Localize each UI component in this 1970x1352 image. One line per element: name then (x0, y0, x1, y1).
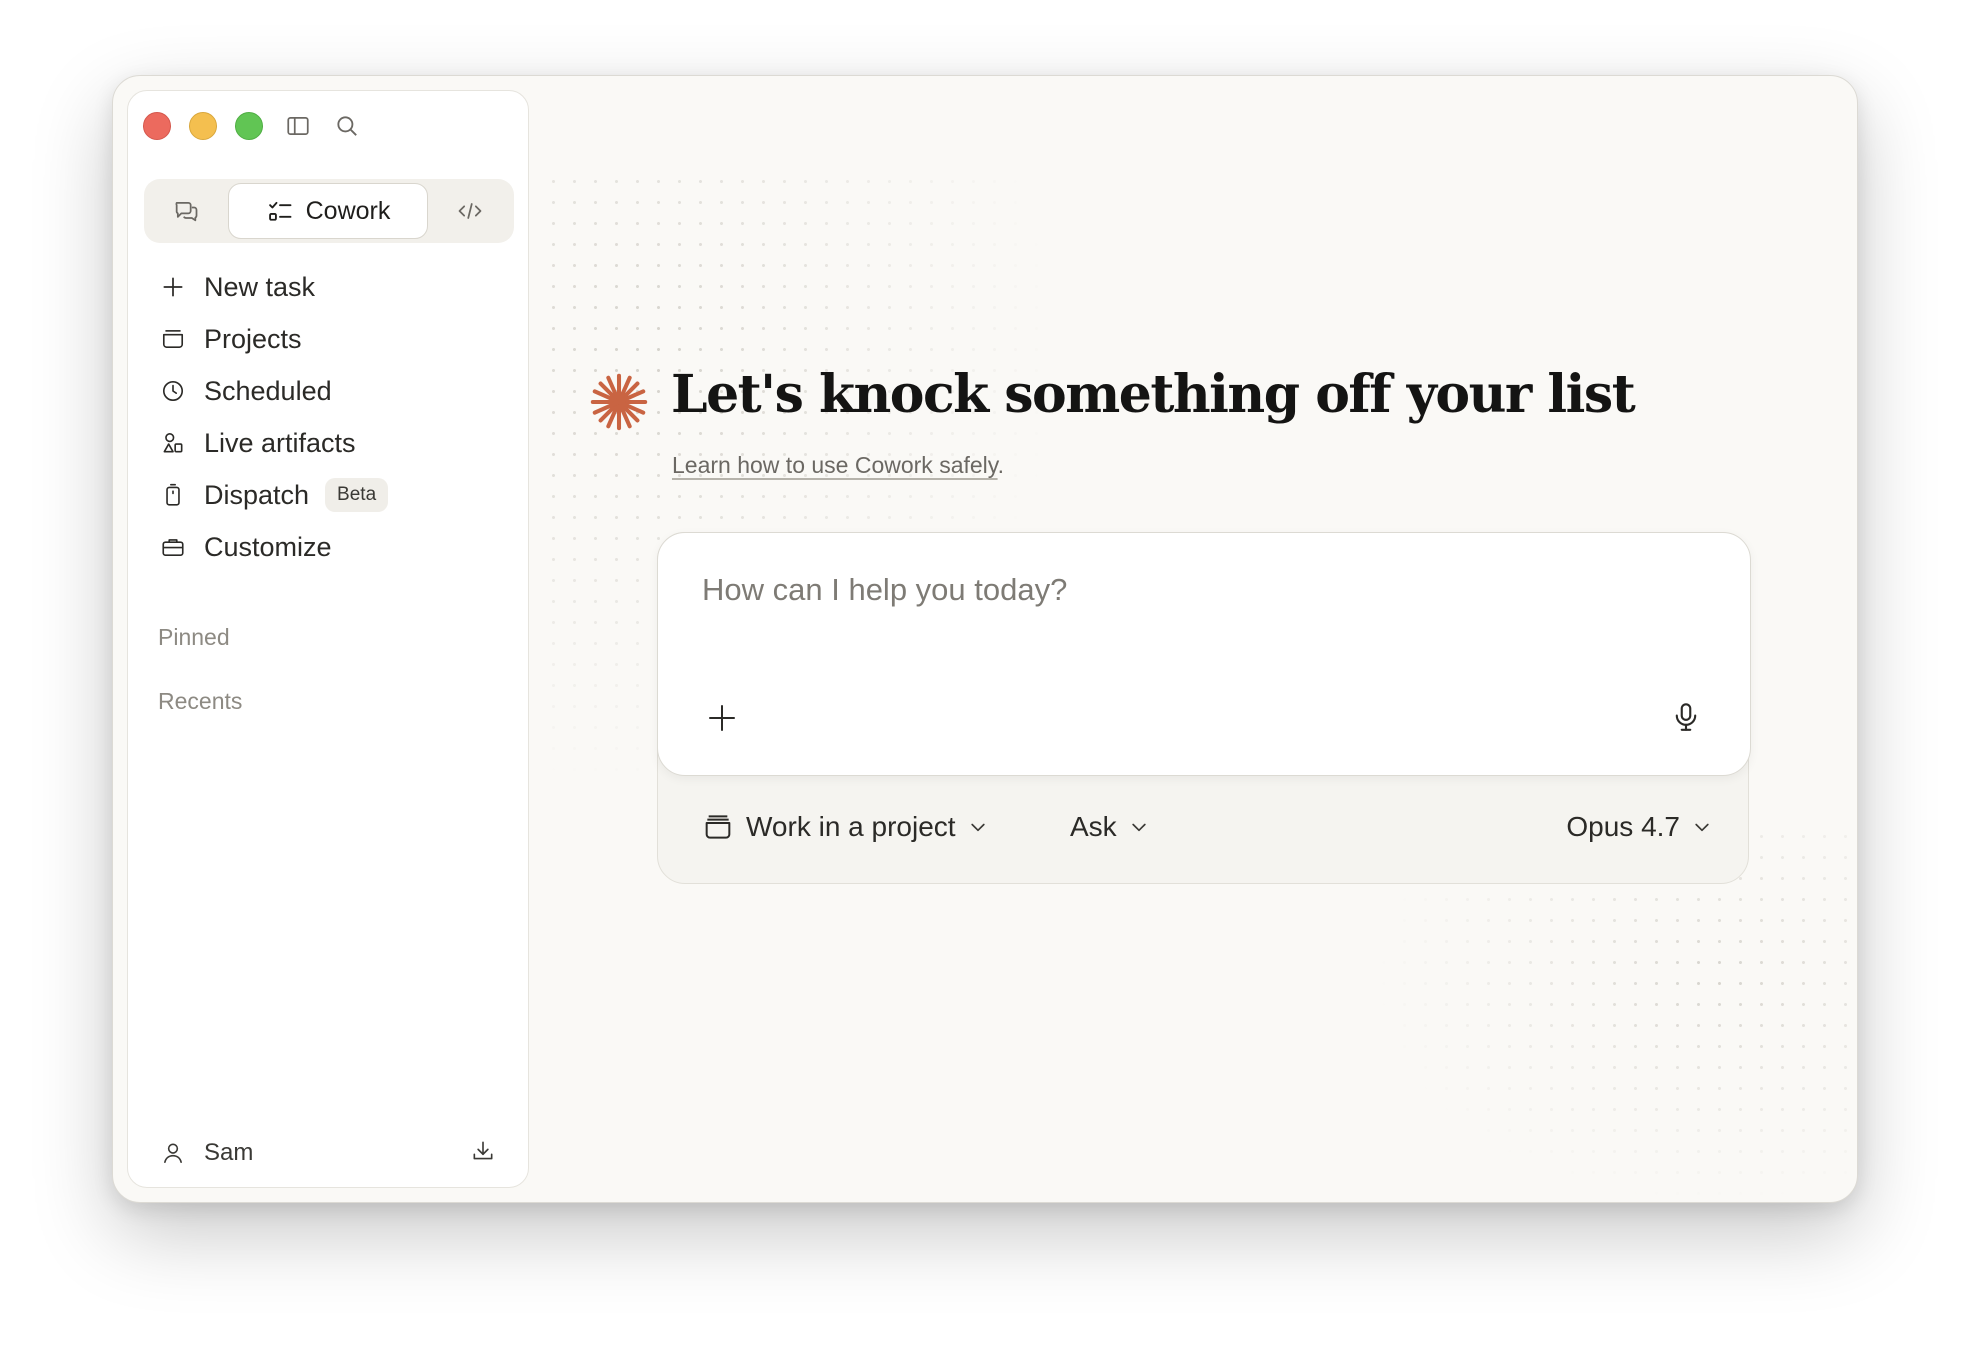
page-title: Let's knock something off your list (671, 364, 1636, 425)
sidebar-item-label: Scheduled (204, 375, 332, 406)
zoom-window-button[interactable] (235, 112, 263, 140)
cowork-mode-button[interactable]: Cowork (228, 183, 428, 239)
sidebar-item-label: Projects (204, 323, 302, 354)
sidebar-nav: New task Projects Scheduled Live artifac… (128, 261, 528, 573)
sidebar-item-label: Dispatch (204, 479, 310, 510)
recents-section-label: Recents (158, 688, 243, 714)
composer-container: Work in a project Ask Opus 4.7 (657, 532, 1751, 885)
sidebar-item-customize[interactable]: Customize (128, 521, 528, 573)
code-icon (458, 203, 482, 219)
chat-bubbles-icon (175, 201, 198, 222)
cowork-mode-label: Cowork (305, 196, 391, 225)
phone-icon (158, 480, 188, 510)
checklist-icon (268, 201, 292, 221)
sidebar-toggle-icon[interactable] (283, 111, 313, 141)
mode-selector-label: Ask (1070, 811, 1117, 842)
composer (657, 532, 1751, 776)
app-window: Cowork New task Projects Scheduled Live … (112, 75, 1858, 1203)
add-attachment-button[interactable] (704, 700, 740, 736)
sidebar-item-label: New task (204, 271, 316, 302)
code-mode-button[interactable] (438, 183, 502, 239)
sidebar-item-scheduled[interactable]: Scheduled (128, 365, 528, 417)
learn-safety-text: Learn how to use Cowork safely. (672, 452, 1004, 479)
model-selector-label: Opus 4.7 (1566, 811, 1680, 842)
project-selector[interactable]: Work in a project (702, 811, 988, 843)
mode-selector[interactable]: Ask (1070, 811, 1149, 843)
plus-icon (709, 705, 735, 731)
model-selector[interactable]: Opus 4.7 (1566, 811, 1712, 843)
learn-link-suffix: . (997, 452, 1004, 478)
beta-badge: Beta (325, 478, 389, 512)
project-selector-label: Work in a project (746, 811, 956, 842)
microphone-icon (1675, 703, 1697, 731)
sidebar-item-label: Live artifacts (204, 427, 356, 458)
chevron-down-icon (1695, 823, 1709, 832)
shapes-icon (158, 428, 188, 458)
voice-input-button[interactable] (1666, 695, 1706, 739)
sidebar-item-live-artifacts[interactable]: Live artifacts (128, 417, 528, 469)
prompt-input[interactable] (700, 571, 1700, 609)
download-icon[interactable] (470, 1138, 500, 1168)
sidebar: Cowork New task Projects Scheduled Live … (127, 90, 529, 1188)
mode-switch: Cowork (144, 179, 514, 243)
projects-icon (705, 815, 731, 839)
sidebar-item-dispatch[interactable]: Dispatch Beta (128, 469, 528, 521)
sparkle-logo-icon (590, 373, 648, 431)
plus-icon (158, 272, 188, 302)
close-window-button[interactable] (143, 112, 171, 140)
minimize-window-button[interactable] (189, 112, 217, 140)
learn-safety-link[interactable]: Learn how to use Cowork safely (672, 452, 998, 478)
user-name: Sam (204, 1139, 254, 1166)
clock-icon (158, 376, 188, 406)
user-icon (158, 1138, 188, 1168)
pinned-section-label: Pinned (158, 624, 230, 650)
sidebar-item-label: Customize (204, 531, 332, 562)
chevron-down-icon (970, 823, 985, 832)
user-profile-button[interactable]: Sam (158, 1133, 500, 1173)
chat-mode-button[interactable] (156, 183, 216, 239)
sidebar-item-projects[interactable]: Projects (128, 313, 528, 365)
chevron-down-icon (1132, 823, 1146, 832)
projects-icon (158, 324, 188, 354)
sidebar-item-new-task[interactable]: New task (128, 261, 528, 313)
briefcase-icon (158, 532, 188, 562)
composer-options-bar: Work in a project Ask Opus 4.7 (658, 777, 1748, 885)
search-icon[interactable] (332, 111, 362, 141)
